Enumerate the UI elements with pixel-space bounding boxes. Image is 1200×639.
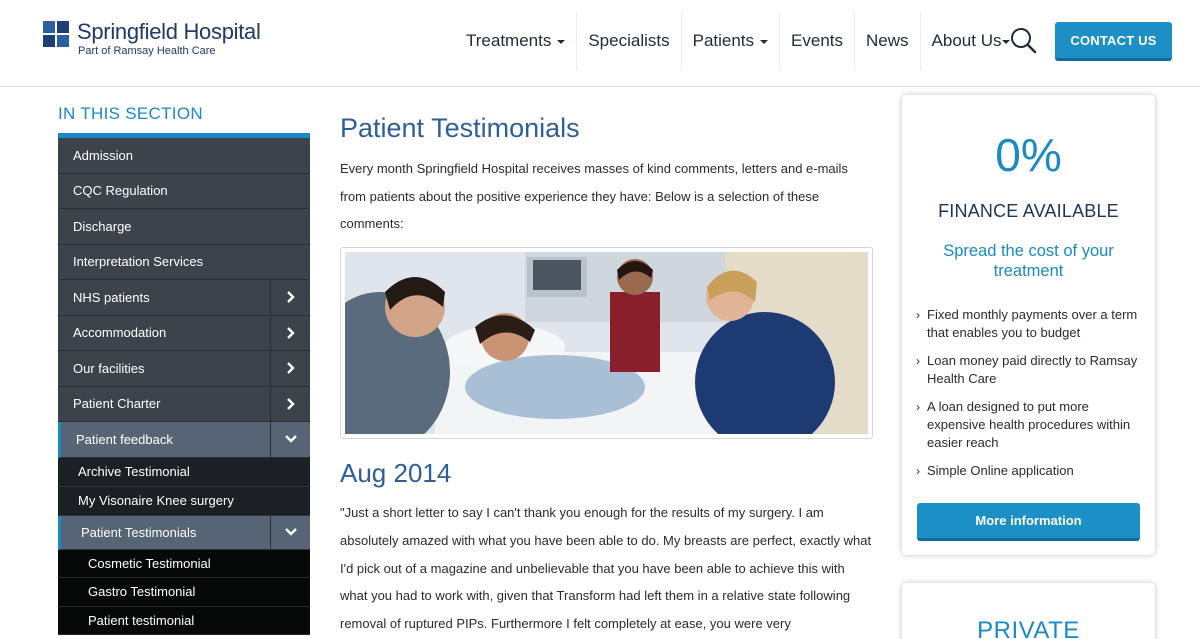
- more-information-button[interactable]: More information: [917, 503, 1140, 541]
- sidebar-item-label: Admission: [73, 147, 133, 163]
- sidebar-subitem-label: Archive Testimonial: [78, 464, 190, 479]
- sidebar-subsubitem-label: Cosmetic Testimonial: [88, 555, 211, 571]
- finance-benefits-list: › Fixed monthly payments over a term that…: [916, 306, 1141, 490]
- sidebar-subitem-visonaire-knee[interactable]: My Visonaire Knee surgery: [58, 486, 310, 516]
- sidebar-subitem-archive-testimonial[interactable]: Archive Testimonial: [58, 457, 310, 487]
- list-item-text: Loan money paid directly to Ramsay Healt…: [927, 353, 1138, 386]
- nav-events-label: Events: [791, 31, 844, 50]
- page-title: Patient Testimonials: [340, 113, 580, 143]
- sidebar-item-patient-charter[interactable]: Patient Charter: [58, 386, 310, 422]
- nav-about-label: About Us: [931, 31, 1002, 50]
- sidebar-subitem-patient-testimonials[interactable]: Patient Testimonials: [58, 515, 310, 550]
- nav-about-us[interactable]: About Us: [921, 12, 1013, 70]
- sidebar-subsubitem-gastro[interactable]: Gastro Testimonial: [58, 578, 310, 607]
- list-item-text: A loan designed to put more expensive he…: [927, 399, 1131, 450]
- list-item: › Fixed monthly payments over a term that…: [916, 306, 1141, 342]
- list-item: › A loan designed to put more expensive h…: [916, 398, 1141, 452]
- list-item: › Simple Online application: [916, 462, 1141, 480]
- sidebar-item-nhs-patients[interactable]: NHS patients: [58, 280, 310, 316]
- sidebar-subsubitem-label: Gastro Testimonial: [88, 584, 196, 600]
- sidebar-item-label: NHS patients: [73, 289, 150, 305]
- brand-name: Springfield Hospital: [77, 19, 261, 44]
- intro-paragraph: Every month Springfield Hospital receive…: [340, 161, 848, 231]
- finance-subheading: Spread the cost of your treatment: [943, 242, 1114, 280]
- sidebar-item-patient-feedback[interactable]: Patient feedback: [58, 422, 310, 458]
- sidebar-subsubitem-patient-testimonial[interactable]: Patient testimonial: [58, 606, 310, 635]
- section-title: IN THIS SECTION: [58, 104, 203, 123]
- hospital-patient-photo: [345, 252, 868, 434]
- sidebar-item-interpretation-services[interactable]: Interpretation Services: [58, 244, 310, 280]
- sidebar-item-cqc-regulation[interactable]: CQC Regulation: [58, 173, 310, 209]
- sidebar-item-label: Interpretation Services: [73, 254, 204, 270]
- sidebar-item-label: Our facilities: [73, 360, 145, 376]
- sidebar-subsubitem-label: Patient testimonial: [88, 612, 195, 628]
- hero-image-frame: [340, 247, 873, 439]
- testimonial-date-heading: Aug 2014: [340, 458, 452, 488]
- nav-news[interactable]: News: [855, 12, 921, 70]
- sidebar-subsubitem-cosmetic[interactable]: Cosmetic Testimonial: [58, 549, 310, 578]
- hospital-logo[interactable]: Springfield Hospital Part of Ramsay Heal…: [43, 20, 261, 57]
- sidebar-item-label: Patient feedback: [76, 431, 173, 447]
- contact-us-button[interactable]: CONTACT US: [1055, 22, 1172, 61]
- finance-rate: 0%: [995, 129, 1062, 181]
- sidebar-item-label: Accommodation: [73, 325, 167, 341]
- caret-down-icon: [557, 40, 566, 44]
- nav-events[interactable]: Events: [780, 12, 856, 70]
- sidebar-item-discharge[interactable]: Discharge: [58, 209, 310, 245]
- chevron-right-icon: ›: [916, 354, 920, 368]
- finance-heading: FINANCE AVAILABLE: [938, 201, 1119, 221]
- list-item-text: Fixed monthly payments over a term that …: [927, 307, 1138, 340]
- sidebar-subitem-label: My Visonaire Knee surgery: [78, 493, 234, 508]
- caret-down-icon: [760, 40, 769, 44]
- nav-treatments-label: Treatments: [466, 31, 552, 50]
- nav-patients-label: Patients: [692, 31, 755, 50]
- sidebar-item-our-facilities[interactable]: Our facilities: [58, 351, 310, 387]
- chevron-right-icon: ›: [916, 400, 920, 414]
- sidebar-item-accommodation[interactable]: Accommodation: [58, 315, 310, 351]
- sidebar-item-label: CQC Regulation: [73, 183, 168, 199]
- main-nav: Treatments Specialists Patients Events N…: [455, 12, 1012, 70]
- chevron-right-icon[interactable]: [270, 280, 310, 315]
- private-heading: PRIVATE: [977, 617, 1080, 639]
- nav-specialists-label: Specialists: [588, 31, 670, 50]
- sidebar-menu: Admission CQC Regulation Discharge Inter…: [58, 138, 310, 635]
- chevron-right-icon[interactable]: [270, 315, 310, 350]
- sidebar-item-admission[interactable]: Admission: [58, 138, 310, 174]
- nav-treatments[interactable]: Treatments: [455, 12, 578, 70]
- nav-news-label: News: [866, 31, 909, 50]
- list-item: › Loan money paid directly to Ramsay Heal…: [916, 352, 1141, 388]
- testimonial-quote: "Just a short letter to say I can't than…: [340, 505, 872, 632]
- nav-specialists[interactable]: Specialists: [577, 12, 682, 70]
- logo-mark-icon: [43, 21, 69, 47]
- chevron-down-icon[interactable]: [270, 422, 310, 457]
- chevron-right-icon: ›: [916, 308, 920, 322]
- chevron-down-icon[interactable]: [270, 515, 310, 549]
- sidebar-item-label: Patient Charter: [73, 396, 161, 412]
- private-widget: PRIVATE: [902, 583, 1155, 639]
- chevron-right-icon: ›: [916, 464, 920, 478]
- sidebar-subitem-label: Patient Testimonials: [81, 524, 197, 540]
- sidebar-item-label: Discharge: [73, 218, 132, 234]
- brand-tagline: Part of Ramsay Health Care: [78, 45, 216, 57]
- finance-widget: 0% FINANCE AVAILABLE Spread the cost of …: [902, 95, 1155, 555]
- site-header: Springfield Hospital Part of Ramsay Heal…: [0, 0, 1200, 87]
- chevron-right-icon[interactable]: [270, 386, 310, 421]
- list-item-text: Simple Online application: [927, 463, 1074, 478]
- search-icon[interactable]: [1010, 27, 1038, 55]
- nav-patients[interactable]: Patients: [682, 12, 781, 70]
- chevron-right-icon[interactable]: [270, 351, 310, 386]
